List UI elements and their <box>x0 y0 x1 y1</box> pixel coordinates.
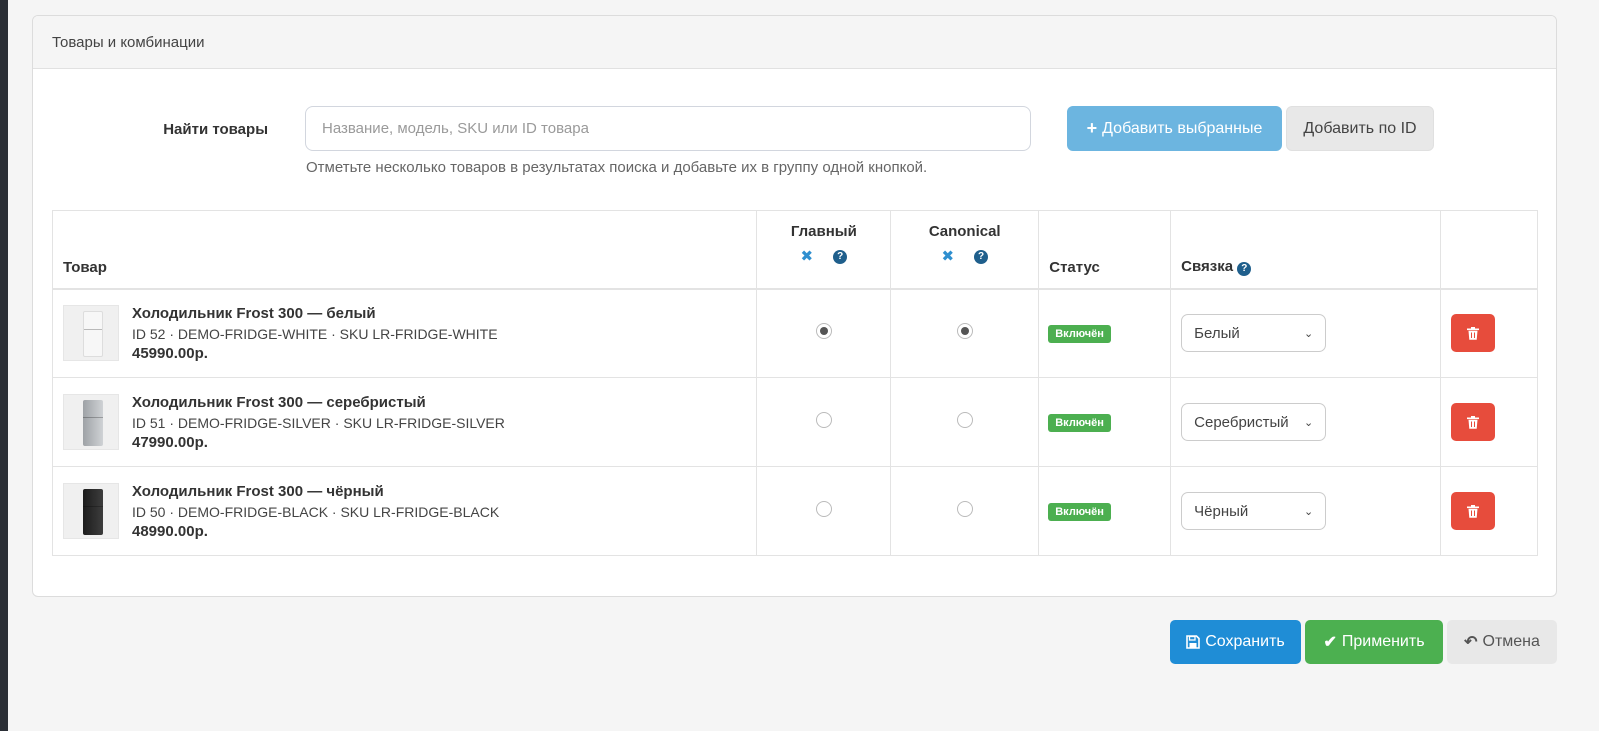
canonical-radio[interactable] <box>956 323 973 340</box>
main-radio[interactable] <box>815 501 832 517</box>
header-status: Статус <box>1038 210 1172 290</box>
canonical-radio[interactable] <box>956 501 973 517</box>
header-main: Главный ✖ ? <box>756 210 892 290</box>
panel-title: Товары и комбинации <box>33 16 1556 69</box>
fridge-image <box>83 311 103 358</box>
trash-icon <box>1467 504 1480 518</box>
status-badge: Включён <box>1048 324 1111 343</box>
link-cell: Белый ⌄ <box>1170 288 1442 378</box>
product-cell: Холодильник Frost 300 — серебристый ID 5… <box>51 377 758 467</box>
main-radio[interactable] <box>815 323 832 340</box>
status-cell: Включён <box>1038 466 1172 556</box>
chevron-down-icon: ⌄ <box>1303 505 1314 518</box>
fridge-image <box>83 489 103 535</box>
link-select[interactable]: Серебристый ⌄ <box>1181 403 1327 441</box>
table-row: Холодильник Frost 300 — белый ID 52 · DE… <box>51 288 1538 378</box>
add-selected-label: Добавить выбранные <box>1102 119 1263 137</box>
main-cell <box>756 466 892 556</box>
canonical-cell <box>890 288 1040 378</box>
save-label: Сохранить <box>1205 633 1285 650</box>
search-input[interactable] <box>305 106 1031 151</box>
header-canonical-label: Canonical <box>928 223 1001 240</box>
check-icon: ✔ <box>1323 634 1337 651</box>
table-row: Холодильник Frost 300 — серебристый ID 5… <box>51 377 1538 467</box>
status-cell: Включён <box>1038 377 1172 467</box>
link-cell: Чёрный ⌄ <box>1170 466 1442 556</box>
cancel-button[interactable]: ↶ Отмена <box>1447 620 1557 664</box>
product-meta: ID 50 · DEMO-FRIDGE-BLACK · SKU LR-FRIDG… <box>132 503 500 520</box>
product-price: 48990.00р. <box>132 522 208 540</box>
link-cell: Серебристый ⌄ <box>1170 377 1442 467</box>
product-meta: ID 51 · DEMO-FRIDGE-SILVER · SKU LR-FRID… <box>132 414 505 431</box>
link-select[interactable]: Чёрный ⌄ <box>1181 492 1327 530</box>
header-canonical: Canonical ✖ ? <box>890 210 1040 290</box>
main-cell <box>756 377 892 467</box>
fridge-image <box>83 400 103 446</box>
actions-cell <box>1440 377 1538 467</box>
chevron-down-icon: ⌄ <box>1303 327 1314 340</box>
actions-cell <box>1440 288 1538 378</box>
table-row: Холодильник Frost 300 — чёрный ID 50 · D… <box>51 466 1538 556</box>
product-price: 47990.00р. <box>132 433 208 451</box>
status-badge: Включён <box>1048 413 1111 432</box>
canonical-cell <box>890 466 1040 556</box>
product-thumbnail <box>63 305 119 362</box>
search-row: Найти товары Отметьте несколько товаров … <box>33 106 1556 196</box>
product-name[interactable]: Холодильник Frost 300 — серебристый <box>132 394 505 411</box>
products-panel: Товары и комбинации Найти товары Отметьт… <box>32 15 1557 597</box>
header-actions <box>1440 210 1538 290</box>
plus-icon: + <box>1086 118 1098 138</box>
save-button[interactable]: Сохранить <box>1170 620 1301 664</box>
clear-canonical-icon[interactable]: ✖ <box>941 249 954 264</box>
reply-arrow-icon: ↶ <box>1464 634 1478 651</box>
add-by-id-button[interactable]: Добавить по ID <box>1286 106 1434 151</box>
apply-button[interactable]: ✔ Применить <box>1305 620 1443 664</box>
help-icon[interactable]: ? <box>974 250 989 264</box>
header-main-label: Главный <box>790 223 857 240</box>
canonical-radio[interactable] <box>956 412 973 428</box>
delete-button[interactable] <box>1451 314 1496 353</box>
product-thumbnail <box>63 394 119 450</box>
delete-button[interactable] <box>1451 403 1496 441</box>
actions-cell <box>1440 466 1538 556</box>
link-select[interactable]: Белый ⌄ <box>1181 314 1327 353</box>
status-cell: Включён <box>1038 288 1172 378</box>
search-help-text: Отметьте несколько товаров в результатах… <box>306 159 928 176</box>
main-radio[interactable] <box>815 412 832 428</box>
canonical-cell <box>890 377 1040 467</box>
product-cell: Холодильник Frost 300 — белый ID 52 · DE… <box>51 288 758 378</box>
cancel-label: Отмена <box>1482 633 1540 650</box>
apply-label: Применить <box>1341 633 1425 650</box>
main-cell <box>756 288 892 378</box>
link-select-value: Серебристый <box>1194 413 1289 431</box>
floppy-disk-icon <box>1186 635 1201 649</box>
link-select-value: Чёрный <box>1194 502 1249 520</box>
status-badge: Включён <box>1048 502 1111 521</box>
add-selected-button[interactable]: + Добавить выбранные <box>1067 106 1282 151</box>
link-select-value: Белый <box>1194 324 1240 342</box>
product-meta: ID 52 · DEMO-FRIDGE-WHITE · SKU LR-FRIDG… <box>132 325 498 342</box>
trash-icon <box>1467 415 1480 429</box>
help-icon[interactable]: ? <box>833 250 848 264</box>
product-name[interactable]: Холодильник Frost 300 — чёрный <box>132 483 499 500</box>
window-edge <box>0 0 8 731</box>
search-label: Найти товары <box>163 121 268 138</box>
chevron-down-icon: ⌄ <box>1303 416 1314 429</box>
header-product: Товар <box>51 210 758 290</box>
delete-button[interactable] <box>1451 492 1496 530</box>
clear-main-icon[interactable]: ✖ <box>801 249 814 264</box>
help-icon[interactable]: ? <box>1237 261 1252 276</box>
product-thumbnail <box>63 483 119 539</box>
trash-icon <box>1467 326 1480 340</box>
header-link-label: Связка <box>1181 257 1234 275</box>
product-price: 45990.00р. <box>132 344 208 362</box>
header-link: Связка ? <box>1170 210 1442 290</box>
product-cell: Холодильник Frost 300 — чёрный ID 50 · D… <box>51 466 758 556</box>
product-name[interactable]: Холодильник Frost 300 — белый <box>132 305 498 322</box>
products-table: Товар Главный ✖ ? Canonical ✖ ? Статус С… <box>51 210 1538 556</box>
